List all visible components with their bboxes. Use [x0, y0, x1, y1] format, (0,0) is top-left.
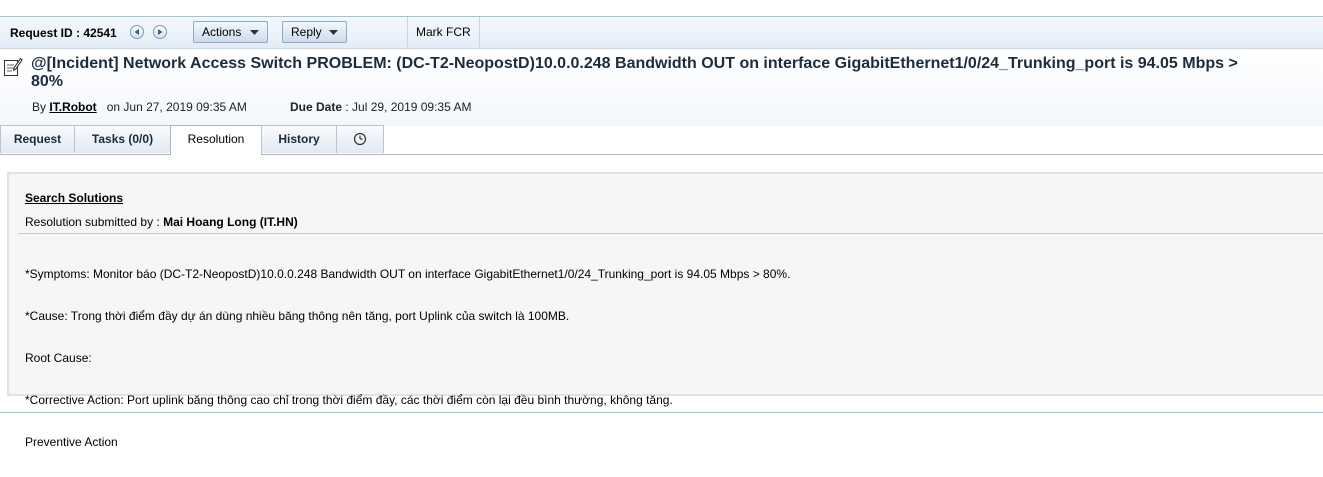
tab-history[interactable]: History — [261, 125, 337, 153]
resolution-panel: Search Solutions Resolution submitted by… — [7, 172, 1323, 449]
submitted-by-name: Mai Hoang Long (IT.HN) — [163, 215, 298, 229]
resolution-line: *Corrective Action: Port uplink băng thô… — [25, 393, 673, 407]
created-date: Jun 27, 2019 09:35 AM — [123, 100, 247, 114]
request-header: @[Incident] Network Access Switch PROBLE… — [0, 49, 1323, 126]
clock-icon — [353, 132, 367, 146]
request-title: @[Incident] Network Access Switch PROBLE… — [31, 55, 1238, 90]
tab-label: History — [278, 132, 320, 146]
due-date-label: Due Date — [290, 100, 343, 114]
next-request-button[interactable] — [153, 25, 167, 39]
caret-down-icon — [250, 30, 259, 35]
circle-left-arrow-icon — [134, 29, 139, 35]
resolution-line: Preventive Action — [25, 435, 118, 449]
author-link[interactable]: IT.Robot — [49, 100, 96, 114]
circle-right-arrow-icon — [158, 29, 163, 35]
submitted-prefix: Resolution submitted by : — [25, 215, 164, 229]
tab-label: Tasks (0/0) — [91, 132, 154, 146]
tab-request[interactable]: Request — [0, 125, 75, 153]
edit-document-icon — [4, 57, 23, 76]
reply-label: Reply — [291, 25, 322, 39]
resolution-line: *Symptoms: Monitor báo (DC-T2-NeopostD)1… — [25, 267, 791, 281]
tab-time-elapsed[interactable] — [336, 125, 384, 153]
request-toolbar: Request ID : 42541 Actions Reply Mark FC… — [0, 17, 1323, 49]
tab-label: Request — [13, 132, 62, 146]
due-date-value: : Jul 29, 2019 09:35 AM — [345, 100, 472, 114]
search-solutions-link[interactable]: Search Solutions — [25, 191, 123, 205]
tab-tasks[interactable]: Tasks (0/0) — [74, 125, 171, 153]
tab-label: Resolution — [187, 132, 245, 146]
by-prefix: By — [32, 100, 47, 114]
resolution-text: *Symptoms: Monitor báo (DC-T2-NeopostD)1… — [25, 239, 790, 477]
request-tabs: Request Tasks (0/0) Resolution History — [0, 125, 1323, 155]
request-id-label: Request ID : 42541 — [10, 26, 117, 40]
toolbar-separator — [479, 17, 480, 48]
due-date-line: Due Date : Jul 29, 2019 09:35 AM — [290, 100, 471, 114]
actions-label: Actions — [202, 25, 242, 39]
resolution-submitted-by: Resolution submitted by : Mai Hoang Long… — [25, 215, 298, 229]
resolution-divider — [18, 233, 1323, 234]
previous-request-button[interactable] — [130, 25, 144, 39]
resolution-line: *Cause: Trong thời điểm đầy dự án dùng n… — [25, 309, 570, 323]
tab-resolution[interactable]: Resolution — [170, 125, 262, 155]
mark-fcr-button[interactable]: Mark FCR — [408, 17, 479, 48]
reply-button[interactable]: Reply — [282, 21, 347, 43]
bottom-divider — [0, 412, 1323, 413]
mark-fcr-label: Mark FCR — [416, 25, 471, 39]
created-by-line: By IT.Robot on Jun 27, 2019 09:35 AM — [32, 100, 247, 114]
caret-down-icon — [329, 30, 338, 35]
on-prefix: on — [106, 100, 121, 114]
actions-button[interactable]: Actions — [193, 21, 268, 43]
resolution-line: Root Cause: — [25, 351, 92, 365]
